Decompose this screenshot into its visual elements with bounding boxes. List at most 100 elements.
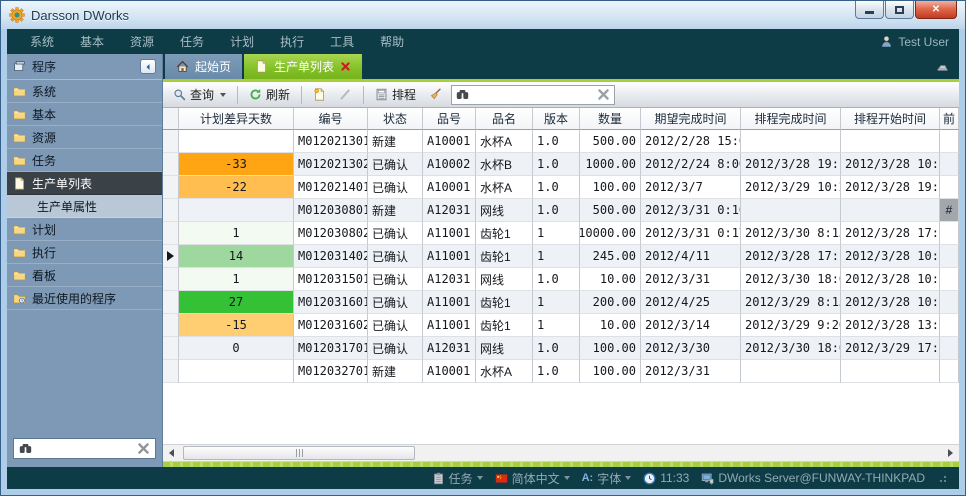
cell-expect[interactable]: 2012/2/24 8:00 [641,153,741,176]
cell-sched_start[interactable] [841,360,940,383]
cell-sched_start[interactable]: 2012/3/28 19:10 [841,176,940,199]
cell-item_no[interactable]: A10001 [423,130,476,153]
cell-sched_start[interactable]: 2012/3/28 10:52 [841,291,940,314]
table-row[interactable]: -22M012021401已确认A10001水杯A1.0100.002012/3… [163,176,959,199]
sidebar-collapse-button[interactable] [140,59,156,74]
edit-button[interactable] [335,86,356,103]
column-header-diff[interactable]: 计划差异天数 [179,108,294,130]
cell-item_no[interactable]: A10001 [423,176,476,199]
row-selector-cell[interactable] [163,314,179,337]
user-badge[interactable]: Test User [880,35,949,49]
cell-version[interactable]: 1 [533,314,580,337]
task-dropdown[interactable]: 任务 [432,470,483,487]
scroll-right-button[interactable] [942,445,959,461]
cell-no[interactable]: M012031701 [294,337,368,360]
cell-expect[interactable]: 2012/4/11 [641,245,741,268]
cell-sched_end[interactable] [741,360,841,383]
cell-status[interactable]: 已确认 [368,291,423,314]
cell-extra[interactable] [940,314,959,337]
cell-expect[interactable]: 2012/3/30 [641,337,741,360]
cell-version[interactable]: 1.0 [533,199,580,222]
scroll-left-button[interactable] [163,445,180,461]
maximize-button[interactable] [885,1,914,19]
cell-status[interactable]: 新建 [368,130,423,153]
cell-item_no[interactable]: A11001 [423,291,476,314]
cell-qty[interactable]: 500.00 [580,199,641,222]
row-selector-cell[interactable] [163,153,179,176]
cell-item_name[interactable]: 水杯A [476,360,533,383]
cell-diff[interactable]: 1 [179,222,294,245]
tab-0[interactable]: 起始页 [165,54,242,79]
cell-extra[interactable] [940,360,959,383]
menu-item-7[interactable]: 帮助 [367,30,417,53]
cell-diff[interactable]: 0 [179,337,294,360]
cell-sched_end[interactable]: 2012/3/29 9:20 [741,314,841,337]
row-selector-cell[interactable] [163,199,179,222]
table-row[interactable]: -33M012021302已确认A10002水杯B1.01000.002012/… [163,153,959,176]
menu-item-4[interactable]: 计划 [217,30,267,53]
cell-expect[interactable]: 2012/3/31 [641,360,741,383]
cell-item_name[interactable]: 网线 [476,268,533,291]
cell-no[interactable]: M012032701 [294,360,368,383]
table-row[interactable]: 1M012031501已确认A12031网线1.010.002012/3/312… [163,268,959,291]
row-selector-cell[interactable] [163,360,179,383]
menu-item-3[interactable]: 任务 [167,30,217,53]
server-indicator[interactable]: DWorks Server@FUNWAY-THINKPAD [701,471,925,485]
cell-extra[interactable] [940,268,959,291]
cell-item_name[interactable]: 齿轮1 [476,291,533,314]
cell-item_name[interactable]: 齿轮1 [476,314,533,337]
cell-status[interactable]: 已确认 [368,176,423,199]
menu-item-1[interactable]: 基本 [67,30,117,53]
cell-diff[interactable] [179,199,294,222]
cell-status[interactable]: 新建 [368,360,423,383]
close-button[interactable]: ✕ [915,1,957,19]
cell-item_name[interactable]: 网线 [476,337,533,360]
cell-no[interactable]: M012021301 [294,130,368,153]
cell-sched_end[interactable]: 2012/3/28 17:13 [741,245,841,268]
cell-item_name[interactable]: 齿轮1 [476,245,533,268]
sidebar-item-4[interactable]: 生产单列表 [7,172,162,195]
menu-item-6[interactable]: 工具 [317,30,367,53]
cell-no[interactable]: M012031501 [294,268,368,291]
cell-diff[interactable]: 14 [179,245,294,268]
cell-diff[interactable]: -15 [179,314,294,337]
cell-expect[interactable]: 2012/3/31 [641,268,741,291]
cell-diff[interactable]: 1 [179,268,294,291]
cell-item_name[interactable]: 水杯A [476,176,533,199]
cell-no[interactable]: M012030801 [294,199,368,222]
cell-qty[interactable]: 245.00 [580,245,641,268]
cell-sched_end[interactable]: 2012/3/30 18:00 [741,337,841,360]
cell-qty[interactable]: 200.00 [580,291,641,314]
cell-qty[interactable]: 10.00 [580,314,641,337]
cell-sched_start[interactable]: 2012/3/29 17:46 [841,337,940,360]
cell-item_no[interactable]: A12031 [423,268,476,291]
cell-version[interactable]: 1.0 [533,337,580,360]
cell-extra[interactable] [940,291,959,314]
cell-expect[interactable]: 2012/2/28 15:00 [641,130,741,153]
cell-sched_start[interactable]: 2012/3/28 10:52 [841,268,940,291]
cell-item_name[interactable]: 水杯A [476,130,533,153]
column-header-item_name[interactable]: 品名 [476,108,533,130]
cell-status[interactable]: 已确认 [368,153,423,176]
sidebar-item-3[interactable]: 任务 [7,149,162,172]
cell-item_no[interactable]: A10002 [423,153,476,176]
cell-diff[interactable]: -33 [179,153,294,176]
schedule-button[interactable]: 排程 [371,84,420,105]
table-row[interactable]: M012021301新建A10001水杯A1.0500.002012/2/28 … [163,130,959,153]
sidebar-item-6[interactable]: 计划 [7,218,162,241]
cell-sched_start[interactable]: 2012/3/28 10:52 [841,245,940,268]
cell-extra[interactable] [940,337,959,360]
tab-close-icon[interactable] [340,61,351,72]
cell-diff[interactable]: -22 [179,176,294,199]
row-selector-cell[interactable] [163,176,179,199]
refresh-button[interactable]: 刷新 [245,84,294,105]
cell-item_no[interactable]: A11001 [423,314,476,337]
cell-qty[interactable]: 1000.00 [580,153,641,176]
cell-version[interactable]: 1.0 [533,360,580,383]
cell-item_no[interactable]: A12031 [423,199,476,222]
row-selector-cell[interactable] [163,268,179,291]
clock-indicator[interactable]: 11:33 [643,471,689,485]
cell-status[interactable]: 已确认 [368,268,423,291]
scrollbar-thumb[interactable] [183,446,415,460]
sidebar-item-8[interactable]: 看板 [7,264,162,287]
